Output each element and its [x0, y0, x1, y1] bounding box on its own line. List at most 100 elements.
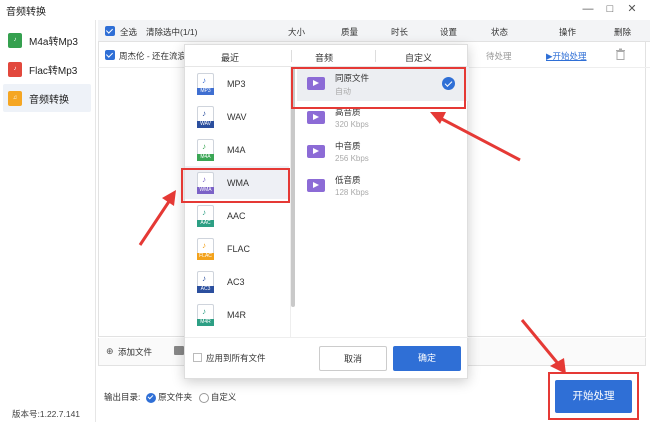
audio-file-icon: ♪ AC3 [197, 270, 214, 293]
title-bar: 音频转换 — □ ✕ [0, 0, 650, 20]
quality-item[interactable]: 低音质 128 Kbps [297, 169, 469, 203]
format-name: AAC [227, 210, 246, 221]
note-icon: ♪ [202, 273, 206, 283]
sidebar-item-m4a-to-mp3[interactable]: ♪ M4a转Mp3 [3, 26, 91, 54]
format-name: AC3 [227, 276, 245, 287]
popup-tabs: 最近 音频 自定义 [185, 45, 469, 67]
format-badge: WAV [197, 120, 214, 128]
audio-file-icon: ♪ M4A [197, 138, 214, 161]
flac-file-icon: ♪ [8, 61, 22, 77]
audio-file-icon: ♪ M4R [197, 303, 214, 326]
cancel-button[interactable]: 取消 [319, 346, 387, 371]
format-name: MP3 [227, 78, 246, 89]
column-action: 操作 [559, 27, 577, 37]
format-item-flac[interactable]: ♪ FLAC FLAC [185, 232, 289, 265]
tab-divider [291, 50, 292, 62]
apply-all-checkbox[interactable] [193, 353, 202, 362]
column-size: 大小 [288, 27, 306, 37]
format-badge: FLAC [197, 252, 214, 260]
note-icon: ♪ [202, 306, 206, 316]
add-file-button[interactable]: 添加文件 [118, 346, 152, 358]
tab-recent[interactable]: 最近 [221, 51, 239, 64]
window-title: 音频转换 [6, 7, 46, 18]
format-name: M4R [227, 309, 247, 320]
quality-bitrate: 320 Kbps [335, 120, 369, 129]
format-name: M4A [227, 144, 246, 155]
clear-selected-link[interactable]: 清除选中(1/1) [146, 26, 197, 38]
row-start-link[interactable]: ▶开始处理 [546, 50, 587, 62]
audio-file-icon: ♪ AAC [197, 204, 214, 227]
close-button[interactable]: ✕ [624, 1, 640, 17]
audio-file-icon: ♪ WAV [197, 105, 214, 128]
format-badge: M4A [197, 153, 214, 161]
note-icon: ♪ [202, 108, 206, 118]
select-all-label[interactable]: 全选 [120, 26, 137, 38]
highlight-original-quality [291, 67, 466, 109]
original-folder-radio[interactable] [145, 392, 156, 403]
format-badge: AC3 [197, 285, 214, 293]
format-badge: M4R [197, 318, 214, 326]
custom-folder-radio[interactable] [198, 392, 209, 403]
note-icon: ♪ [202, 75, 206, 85]
quality-title: 低音质 [335, 175, 361, 185]
sidebar: ♪ M4a转Mp3 ♪ Flac转Mp3 ♫ 音频转换 [0, 20, 96, 422]
quality-item[interactable]: 中音质 256 Kbps [297, 135, 469, 169]
sidebar-item-label: M4a转Mp3 [29, 36, 78, 48]
video-file-icon [307, 111, 325, 124]
popup-footer: 应用到所有文件 取消 确定 [185, 337, 469, 380]
sidebar-item-label: 音频转换 [29, 94, 69, 106]
trash-icon[interactable] [615, 48, 626, 60]
note-icon: ♪ [202, 240, 206, 250]
minimize-button[interactable]: — [580, 1, 596, 17]
column-settings: 设置 [440, 27, 458, 37]
note-icon: ♪ [202, 207, 206, 217]
file-name: 周杰伦 - 还在流浪 [119, 51, 187, 61]
video-file-icon [307, 179, 325, 192]
video-file-icon [307, 145, 325, 158]
format-item-mp3[interactable]: ♪ MP3 MP3 [185, 67, 289, 100]
sidebar-item-flac-to-mp3[interactable]: ♪ Flac转Mp3 [3, 55, 91, 83]
sidebar-item-audio-convert[interactable]: ♫ 音频转换 [3, 84, 91, 112]
format-item-m4r[interactable]: ♪ M4R M4R [185, 298, 289, 331]
audio-file-icon: ♪ MP3 [197, 72, 214, 95]
quality-bitrate: 128 Kbps [335, 188, 369, 197]
note-icon: ♪ [202, 141, 206, 151]
sidebar-item-label: Flac转Mp3 [29, 65, 78, 77]
output-label: 输出目录: [104, 392, 141, 402]
column-duration: 时长 [391, 27, 409, 37]
folder-icon[interactable] [174, 346, 184, 355]
tab-divider [375, 50, 376, 62]
format-item-m4a[interactable]: ♪ M4A M4A [185, 133, 289, 166]
custom-folder-label[interactable]: 自定义 [211, 392, 237, 402]
format-name: WAV [227, 111, 247, 122]
select-all-checkbox[interactable] [105, 26, 115, 36]
column-status: 状态 [491, 27, 509, 37]
maximize-button[interactable]: □ [602, 1, 618, 17]
format-item-wav[interactable]: ♪ WAV WAV [185, 100, 289, 133]
ok-button[interactable]: 确定 [393, 346, 461, 371]
format-name: FLAC [227, 243, 251, 254]
format-badge: AAC [197, 219, 214, 227]
format-item-aac[interactable]: ♪ AAC AAC [185, 199, 289, 232]
table-header: 全选 清除选中(1/1) 大小 质量 时长 设置 状态 操作 删除 [98, 20, 650, 42]
row-status: 待处理 [486, 51, 512, 61]
highlight-wma [181, 168, 290, 203]
tab-custom[interactable]: 自定义 [405, 51, 432, 64]
column-quality: 质量 [341, 27, 359, 37]
output-row: 输出目录: 原文件夹 自定义 [104, 391, 236, 403]
music-note-icon: ♫ [8, 90, 22, 106]
format-badge: MP3 [197, 87, 214, 95]
add-icon[interactable]: ⊕ [106, 346, 114, 357]
m4a-file-icon: ♪ [8, 32, 22, 48]
original-folder-label[interactable]: 原文件夹 [158, 392, 192, 402]
quality-title: 中音质 [335, 141, 361, 151]
highlight-start-button [548, 372, 639, 420]
column-delete: 删除 [614, 27, 632, 37]
format-item-ac3[interactable]: ♪ AC3 AC3 [185, 265, 289, 298]
row-checkbox[interactable] [105, 50, 115, 60]
apply-all-label[interactable]: 应用到所有文件 [206, 352, 266, 364]
app-window: 音频转换 — □ ✕ ♪ M4a转Mp3 ♪ Flac转Mp3 ♫ 音频转换 版… [0, 0, 650, 422]
version-label: 版本号:1.22.7.141 [12, 409, 81, 419]
audio-file-icon: ♪ FLAC [197, 237, 214, 260]
tab-audio[interactable]: 音频 [315, 51, 333, 64]
